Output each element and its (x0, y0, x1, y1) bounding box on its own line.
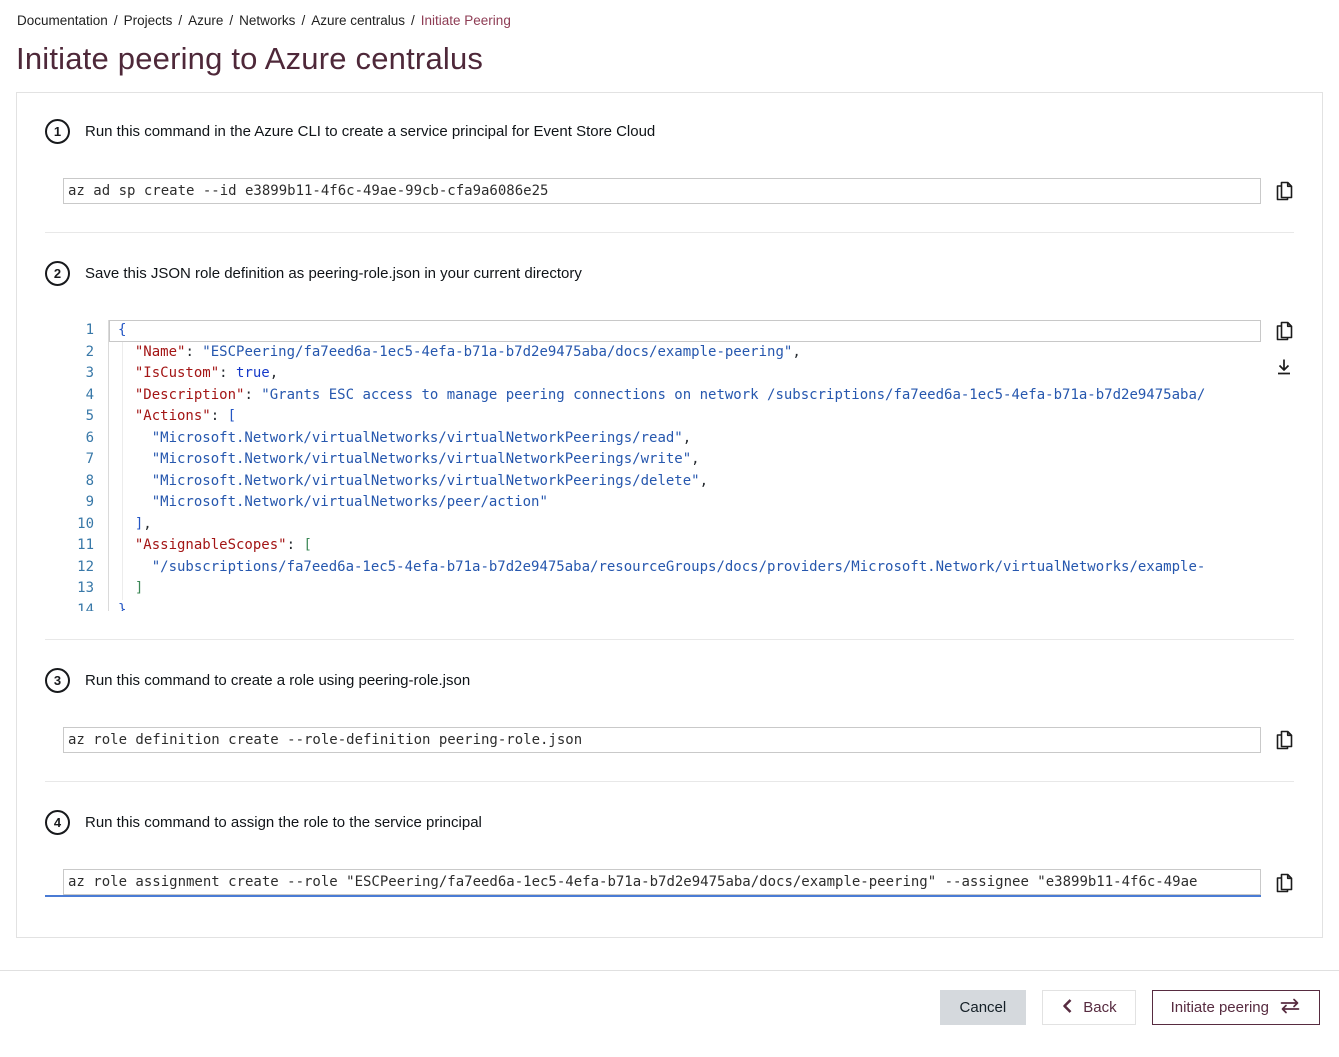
step-3: 3 Run this command to create a role usin… (45, 668, 1294, 753)
wizard-card: 1 Run this command in the Azure CLI to c… (16, 92, 1323, 938)
json-editor-row: 1234567891011121314 { "Name": "ESCPeerin… (45, 320, 1294, 611)
step-1-number-badge: 1 (45, 119, 70, 144)
initiate-peering-button-label: Initiate peering (1171, 999, 1269, 1016)
breadcrumb-link[interactable]: Documentation (17, 13, 108, 28)
copy-button[interactable] (1274, 180, 1294, 202)
chevron-left-icon (1061, 998, 1073, 1018)
code-line: "Microsoft.Network/virtualNetworks/virtu… (109, 449, 1261, 471)
code-line: "Actions": [ (109, 406, 1261, 428)
code-line: "/subscriptions/fa7eed6a-1ec5-4efa-b71a-… (109, 557, 1261, 579)
code-line: "IsCustom": true, (109, 363, 1261, 385)
copy-button[interactable] (1274, 872, 1294, 894)
initiate-peering-button[interactable]: Initiate peering (1152, 990, 1320, 1025)
step-4-command-row (45, 869, 1294, 897)
download-button[interactable] (1274, 357, 1294, 377)
step-4-command-input[interactable] (63, 869, 1261, 895)
download-icon (1274, 365, 1294, 380)
step-3-number-badge: 3 (45, 668, 70, 693)
step-2-number-badge: 2 (45, 261, 70, 286)
step-4-instruction: Run this command to assign the role to t… (85, 814, 482, 831)
breadcrumb-separator: / (229, 13, 233, 28)
code-line: "AssignableScopes": [ (109, 535, 1261, 557)
copy-button[interactable] (1274, 729, 1294, 751)
breadcrumb-separator: / (178, 13, 182, 28)
line-number: 3 (63, 363, 94, 385)
breadcrumb-separator: / (411, 13, 415, 28)
code-area: { "Name": "ESCPeering/fa7eed6a-1ec5-4efa… (109, 320, 1261, 611)
step-4: 4 Run this command to assign the role to… (45, 810, 1294, 897)
line-number: 14 (63, 600, 94, 612)
divider (45, 781, 1294, 782)
step-1-command-row (45, 178, 1294, 204)
line-number: 13 (63, 578, 94, 600)
page-title: Initiate peering to Azure centralus (0, 41, 1339, 77)
step-3-header: 3 Run this command to create a role usin… (45, 668, 1294, 693)
line-number: 4 (63, 385, 94, 407)
step-1-command-input[interactable] (63, 178, 1261, 204)
line-number: 6 (63, 428, 94, 450)
step-2: 2 Save this JSON role definition as peer… (45, 261, 1294, 611)
back-button[interactable]: Back (1042, 990, 1135, 1025)
cancel-button[interactable]: Cancel (940, 990, 1027, 1025)
breadcrumb-link[interactable]: Azure centralus (311, 13, 405, 28)
cancel-button-label: Cancel (960, 999, 1007, 1016)
code-line: { (109, 320, 1261, 342)
step-1-header: 1 Run this command in the Azure CLI to c… (45, 119, 1294, 144)
copy-icon (1274, 330, 1294, 345)
step-1: 1 Run this command in the Azure CLI to c… (45, 119, 1294, 204)
line-number: 9 (63, 492, 94, 514)
code-line: "Description": "Grants ESC access to man… (109, 385, 1261, 407)
wizard-footer: Cancel Back Initiate peering (0, 971, 1339, 1025)
json-editor[interactable]: 1234567891011121314 { "Name": "ESCPeerin… (63, 320, 1261, 611)
line-number: 12 (63, 557, 94, 579)
line-number: 11 (63, 535, 94, 557)
line-number: 2 (63, 342, 94, 364)
transfer-arrows-icon (1279, 998, 1301, 1018)
code-line: ] (109, 578, 1261, 600)
copy-icon (1274, 739, 1294, 754)
breadcrumb: Documentation / Projects / Azure / Networks / Az… (0, 0, 1339, 28)
breadcrumb-link[interactable]: Networks (239, 13, 295, 28)
line-number: 5 (63, 406, 94, 428)
code-line: } (109, 600, 1261, 612)
step-3-command-input[interactable] (63, 727, 1261, 753)
step-4-header: 4 Run this command to assign the role to… (45, 810, 1294, 835)
breadcrumb-separator: / (301, 13, 305, 28)
step-3-command-row (45, 727, 1294, 753)
editor-actions (1274, 320, 1294, 377)
code-line: "Microsoft.Network/virtualNetworks/virtu… (109, 471, 1261, 493)
breadcrumb-link[interactable]: Azure (188, 13, 223, 28)
divider (45, 639, 1294, 640)
back-button-label: Back (1083, 999, 1116, 1016)
step-4-number-badge: 4 (45, 810, 70, 835)
step-1-instruction: Run this command in the Azure CLI to cre… (85, 123, 655, 140)
step-2-instruction: Save this JSON role definition as peerin… (85, 265, 582, 282)
copy-icon (1274, 190, 1294, 205)
focused-input-underline (45, 869, 1261, 897)
breadcrumb-current: Initiate Peering (421, 13, 511, 28)
code-line: "Microsoft.Network/virtualNetworks/virtu… (109, 428, 1261, 450)
breadcrumb-separator: / (114, 13, 118, 28)
line-number: 1 (63, 320, 94, 342)
line-number: 8 (63, 471, 94, 493)
line-number-gutter: 1234567891011121314 (63, 320, 109, 611)
line-number: 7 (63, 449, 94, 471)
step-3-instruction: Run this command to create a role using … (85, 672, 470, 689)
step-2-header: 2 Save this JSON role definition as peer… (45, 261, 1294, 286)
breadcrumb-link[interactable]: Projects (124, 13, 173, 28)
line-number: 10 (63, 514, 94, 536)
copy-button[interactable] (1274, 320, 1294, 342)
copy-icon (1274, 882, 1294, 897)
code-line: "Name": "ESCPeering/fa7eed6a-1ec5-4efa-b… (109, 342, 1261, 364)
divider (45, 232, 1294, 233)
code-line: "Microsoft.Network/virtualNetworks/peer/… (109, 492, 1261, 514)
code-line: ], (109, 514, 1261, 536)
